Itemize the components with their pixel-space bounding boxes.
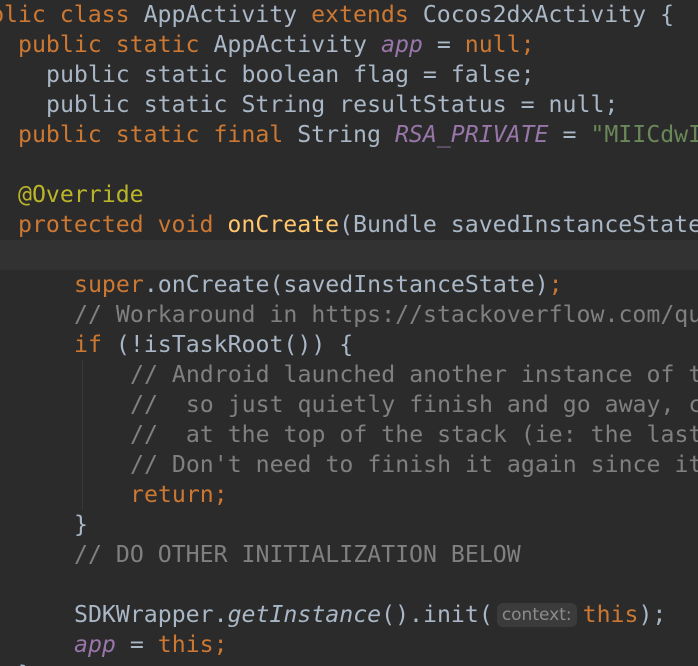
keyword-token: this (157, 631, 214, 658)
static-method-token: getInstance (227, 601, 382, 628)
code-line-return[interactable]: return; (130, 480, 228, 510)
comment-token: // Android launched another instance of … (130, 361, 698, 388)
code-line-result-status-field[interactable]: public static String resultStatus = null… (46, 90, 618, 120)
keyword-token: protected void (18, 211, 228, 238)
code-line-override-annotation[interactable]: @Override (18, 180, 144, 210)
parameters-token: (Bundle savedInstanceState (339, 211, 698, 238)
keyword-token: this (582, 601, 639, 628)
string-literal-token: "MIICdwI (590, 121, 698, 148)
condition-token: (!isTaskRoot()) { (115, 331, 354, 358)
code-editor[interactable]: blic class AppActivity extends Cocos2dxA… (0, 0, 698, 666)
keyword-token: if (74, 331, 116, 358)
keyword-token: null (464, 31, 521, 58)
comment-token: // Workaround in https://stackoverflow.c… (74, 301, 698, 328)
code-line-comment[interactable]: // so just quietly finish and go away, c (130, 390, 698, 420)
indent-guide (82, 360, 83, 510)
method-call-token: .onCreate(savedInstanceState) (143, 271, 549, 298)
keyword-token: extends (311, 1, 423, 28)
method-name-token: onCreate (227, 211, 340, 238)
class-name-token: SDKWrapper. (74, 601, 228, 628)
keyword-token: blic class (0, 1, 144, 28)
code-line-comment[interactable]: // DO OTHER INITIALIZATION BELOW (74, 540, 521, 570)
code-line-comment[interactable]: // Don't need to finish it again since i… (130, 450, 698, 480)
brace-token: } (18, 661, 32, 666)
code-line-if-statement[interactable]: if (!isTaskRoot()) { (74, 330, 353, 360)
brace-token: } (74, 511, 88, 538)
keyword-token: return; (130, 481, 228, 508)
code-line-closing-brace[interactable]: } (74, 510, 88, 540)
code-line-sdk-init[interactable]: SDKWrapper.getInstance().init(context: th… (74, 600, 666, 630)
semicolon-token: ; (213, 631, 228, 658)
comment-token: // Don't need to finish it again since i… (130, 451, 698, 478)
method-call-token: ().init( (381, 601, 493, 628)
code-line-rsa-private-field[interactable]: public static final String RSA_PRIVATE =… (18, 120, 698, 150)
class-name-token: AppActivity (143, 1, 312, 28)
code-line-app-assignment[interactable]: app = this; (74, 630, 228, 660)
code-line-class-declaration[interactable]: blic class AppActivity extends Cocos2dxA… (0, 0, 674, 30)
comment-token: // so just quietly finish and go away, c (130, 391, 698, 418)
keyword-token: public static final (18, 121, 298, 148)
keyword-token: public static (18, 31, 214, 58)
comment-token: // DO OTHER INITIALIZATION BELOW (74, 541, 521, 568)
code-line-closing-brace[interactable]: } (18, 660, 32, 666)
type-token: AppActivity (213, 31, 381, 58)
current-line-highlight (0, 240, 698, 270)
plain-code-token: public static String resultStatus = null… (46, 91, 619, 118)
punctuation-token: ); (638, 601, 667, 628)
code-line-comment[interactable]: // Android launched another instance of … (130, 360, 698, 390)
operator-token: = (548, 121, 591, 148)
keyword-token: super (74, 271, 144, 298)
constant-token: RSA_PRIVATE (394, 121, 549, 148)
code-line-comment[interactable]: // at the top of the stack (ie: the last (130, 420, 698, 450)
field-token: app (74, 631, 116, 658)
annotation-token: @Override (18, 181, 144, 208)
operator-token: = (422, 31, 465, 58)
semicolon-token: ; (548, 271, 563, 298)
code-line-oncreate-signature[interactable]: protected void onCreate(Bundle savedInst… (18, 210, 698, 240)
type-token: String (297, 121, 395, 148)
plain-code-token: public static boolean flag = false; (46, 61, 535, 88)
code-line-flag-field[interactable]: public static boolean flag = false; (46, 60, 535, 90)
code-line-super-call[interactable]: super.onCreate(savedInstanceState); (74, 270, 563, 300)
superclass-token: Cocos2dxActivity { (422, 1, 675, 28)
operator-token: = (115, 631, 158, 658)
semicolon-token: ; (520, 31, 535, 58)
code-line-app-field[interactable]: public static AppActivity app = null; (18, 30, 535, 60)
comment-token: // at the top of the stack (ie: the last (130, 421, 698, 448)
field-token: app (380, 31, 423, 58)
parameter-hint: context: (496, 603, 577, 627)
code-line-comment[interactable]: // Workaround in https://stackoverflow.c… (74, 300, 698, 330)
